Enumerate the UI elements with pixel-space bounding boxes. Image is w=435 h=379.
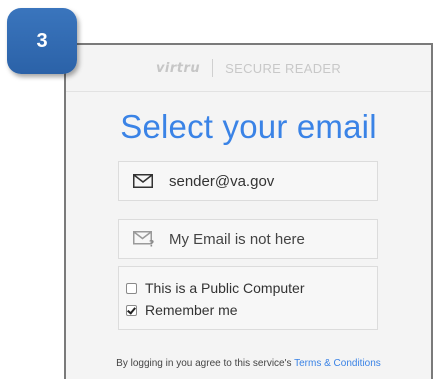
terms-link[interactable]: Terms & Conditions [294,358,381,369]
email-option-label: My Email is not here [169,230,305,248]
public-computer-checkbox-row[interactable]: This is a Public Computer [126,277,377,299]
remember-me-checkbox[interactable] [126,304,137,316]
stage: 3 virtru SECURE READER Select your email… [0,0,435,379]
envelope-question-icon: ? [133,231,155,247]
envelope-icon [133,173,155,189]
page-title: Select your email [120,108,377,145]
login-options-panel: This is a Public Computer Remember me [118,266,378,330]
remember-me-label: Remember me [145,302,238,318]
step-badge: 3 [7,8,77,74]
email-option-label: sender@va.gov [169,172,275,190]
email-option-sender[interactable]: sender@va.gov [118,161,378,201]
header-rule [66,91,431,92]
header-subtitle: SECURE READER [225,60,342,76]
step-number: 3 [36,29,48,52]
terms-notice-text: By logging in you agree to this service'… [116,358,295,369]
svg-text:?: ? [149,240,154,248]
header: virtru SECURE READER [66,57,431,79]
secure-reader-window: virtru SECURE READER Select your email s… [64,43,433,379]
header-divider [212,59,214,77]
terms-notice: By logging in you agree to this service'… [66,358,431,369]
email-option-not-here[interactable]: ? My Email is not here [118,219,378,259]
brand-logo: virtru [155,60,201,76]
public-computer-label: This is a Public Computer [145,280,305,296]
public-computer-checkbox[interactable] [126,282,137,294]
remember-me-checkbox-row[interactable]: Remember me [126,299,377,321]
